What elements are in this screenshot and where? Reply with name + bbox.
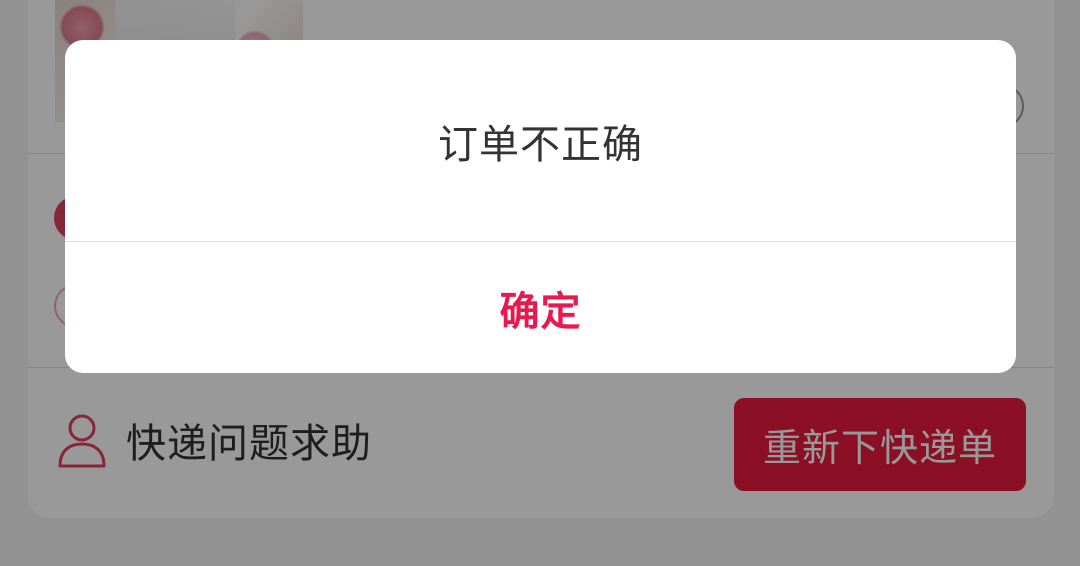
confirm-button[interactable]: 确定	[65, 242, 1016, 373]
screen: 快递问题求助 重新下快递单 订单不正确 确定	[0, 0, 1080, 566]
alert-dialog: 订单不正确 确定	[65, 40, 1016, 373]
dialog-message: 订单不正确	[438, 121, 643, 168]
